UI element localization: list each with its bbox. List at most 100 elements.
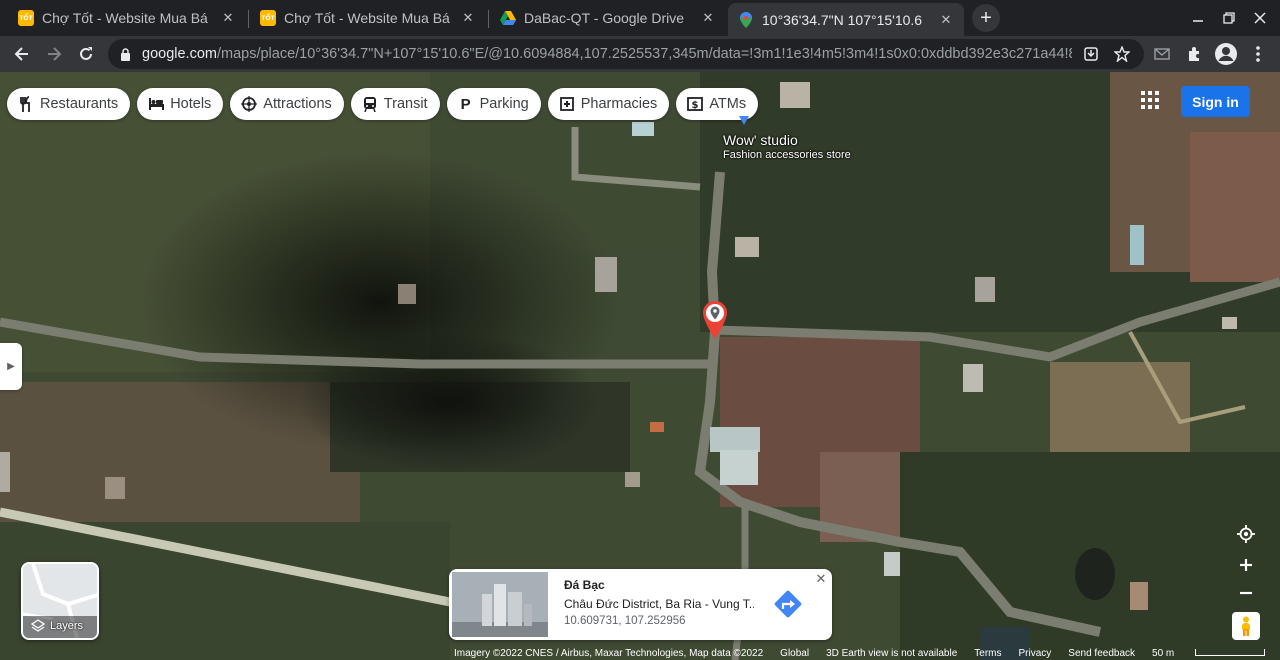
forward-arrow-icon: [48, 47, 62, 61]
chotot-favicon-icon: TỐT: [18, 10, 34, 26]
svg-text:$: $: [692, 100, 699, 111]
close-window-button[interactable]: [1246, 6, 1274, 30]
close-icon[interactable]: ✕: [220, 10, 236, 26]
chip-label: Hotels: [170, 96, 212, 112]
location-pin-icon[interactable]: [703, 301, 727, 339]
chip-transit[interactable]: Transit: [350, 88, 440, 120]
imagery-credit: Imagery ©2022 CNES / Airbus, Maxar Techn…: [454, 647, 764, 659]
chip-label: ATMs: [709, 96, 747, 112]
map-canvas[interactable]: Restaurants Hotels Attractions Transit P…: [0, 72, 1280, 660]
hotel-icon: [148, 96, 165, 112]
install-app-button[interactable]: [1077, 40, 1105, 68]
tab-separator: [488, 10, 489, 28]
tab-title: DaBac-QT - Google Drive: [524, 10, 685, 26]
chip-parking[interactable]: P Parking: [446, 88, 541, 120]
puzzle-icon: [1189, 47, 1199, 61]
layers-label: Layers: [31, 619, 83, 632]
tab-google-drive[interactable]: DaBac-QT - Google Drive ✕: [490, 3, 726, 33]
place-type: Fashion accessories store: [723, 149, 851, 161]
extensions-button[interactable]: [1180, 40, 1208, 68]
chip-restaurants[interactable]: Restaurants: [7, 88, 131, 120]
place-label-wow-studio[interactable]: Wow' studio Fashion accessories store: [723, 132, 851, 161]
bookmark-button[interactable]: [1108, 40, 1136, 68]
mail-extension-button[interactable]: [1148, 40, 1176, 68]
minimize-icon: [1193, 20, 1203, 22]
zoom-in-button[interactable]: [1232, 551, 1260, 579]
global-link[interactable]: Global: [780, 648, 809, 659]
send-feedback-link[interactable]: Send feedback: [1068, 648, 1135, 659]
tab-chotot-1[interactable]: TỐT Chợ Tốt - Website Mua Bá ✕: [8, 3, 246, 33]
tab-chotot-2[interactable]: TỐT Chợ Tốt - Website Mua Bá ✕: [250, 3, 486, 33]
close-icon[interactable]: ✕: [460, 10, 476, 26]
attribution-bar: Imagery ©2022 CNES / Airbus, Maxar Techn…: [454, 646, 1280, 660]
google-apps-button[interactable]: [1138, 88, 1162, 112]
tab-title: Chợ Tốt - Website Mua Bá: [42, 10, 208, 26]
tab-title: Chợ Tốt - Website Mua Bá: [284, 10, 450, 26]
menu-button[interactable]: [1244, 40, 1272, 68]
forward-button[interactable]: [40, 40, 68, 68]
chip-label: Restaurants: [40, 96, 119, 112]
chip-label: Pharmacies: [580, 96, 658, 112]
chip-label: Attractions: [263, 96, 332, 112]
directions-icon[interactable]: [772, 588, 804, 620]
attractions-icon: [241, 96, 258, 112]
chip-label: Transit: [383, 96, 428, 112]
back-arrow-icon: [14, 47, 28, 61]
address-bar[interactable]: google.com/maps/place/10°36'34.7"N+107°1…: [108, 39, 1144, 69]
browser-toolbar: google.com/maps/place/10°36'34.7"N+107°1…: [0, 36, 1280, 72]
earth-notice: 3D Earth view is not available: [826, 647, 958, 659]
url-host: google.com: [142, 46, 217, 62]
pharmacy-icon: [559, 96, 575, 112]
google-maps-favicon-icon: [738, 11, 754, 28]
more-vert-icon: [1256, 46, 1260, 62]
star-icon: [1114, 46, 1130, 62]
place-coordinates: 10.609731, 107.252956: [564, 615, 686, 627]
back-button[interactable]: [8, 40, 36, 68]
url-path: /maps/place/10°36'34.7"N+107°15'10.6"E/@…: [216, 46, 1072, 62]
place-address: Châu Đức District, Ba Ria - Vung T...: [564, 597, 754, 611]
place-name: Wow' studio: [723, 132, 798, 148]
minimize-button[interactable]: [1184, 6, 1212, 30]
tab-separator: [248, 10, 249, 28]
privacy-link[interactable]: Privacy: [1019, 648, 1052, 659]
layers-button[interactable]: Layers: [21, 562, 99, 640]
layers-icon: [31, 619, 45, 632]
tab-strip: TỐT Chợ Tốt - Website Mua Bá ✕ TỐT Chợ T…: [0, 0, 1280, 36]
install-icon: [1084, 47, 1098, 61]
zoom-out-button[interactable]: [1232, 579, 1260, 607]
chip-hotels[interactable]: Hotels: [137, 88, 224, 120]
place-marker-icon[interactable]: [739, 116, 749, 125]
url-text: google.com/maps/place/10°36'34.7"N+107°1…: [142, 46, 1072, 62]
reload-button[interactable]: [72, 40, 100, 68]
my-location-button[interactable]: [1232, 520, 1260, 548]
atm-icon: $: [687, 96, 704, 112]
place-title: Đá Bạc: [564, 578, 605, 592]
minus-icon: [1240, 591, 1252, 595]
expand-side-panel-button[interactable]: ▶: [0, 343, 22, 390]
chip-pharmacies[interactable]: Pharmacies: [547, 88, 670, 120]
sign-in-button[interactable]: Sign in: [1181, 86, 1250, 117]
close-icon[interactable]: ✕: [938, 12, 954, 28]
restore-button[interactable]: [1215, 6, 1243, 30]
my-location-icon: [1237, 525, 1255, 543]
tab-google-maps[interactable]: 10°36'34.7"N 107°15'10.6 ✕: [728, 3, 964, 36]
close-icon[interactable]: ✕: [700, 10, 716, 26]
chip-attractions[interactable]: Attractions: [230, 88, 344, 120]
new-tab-button[interactable]: +: [972, 4, 1000, 32]
plus-icon: +: [980, 6, 992, 29]
terms-link[interactable]: Terms: [974, 648, 1001, 659]
chevron-right-icon: ▶: [7, 361, 15, 372]
pegman-icon: [1242, 616, 1250, 636]
reload-icon: [80, 47, 92, 60]
place-info-card[interactable]: Đá Bạc Châu Đức District, Ba Ria - Vung …: [449, 569, 832, 640]
parking-icon: P: [460, 95, 471, 113]
lock-icon: [120, 47, 134, 61]
category-chips: Restaurants Hotels Attractions Transit P…: [7, 88, 759, 120]
profile-button[interactable]: [1212, 40, 1240, 68]
street-view-pegman-button[interactable]: [1232, 612, 1260, 640]
avatar-icon: [1215, 43, 1237, 65]
chotot-favicon-icon: TỐT: [260, 10, 276, 26]
close-info-card-icon[interactable]: ✕: [813, 571, 829, 587]
place-photo[interactable]: [452, 572, 548, 637]
scale-indicator[interactable]: 50 m: [1152, 648, 1280, 659]
